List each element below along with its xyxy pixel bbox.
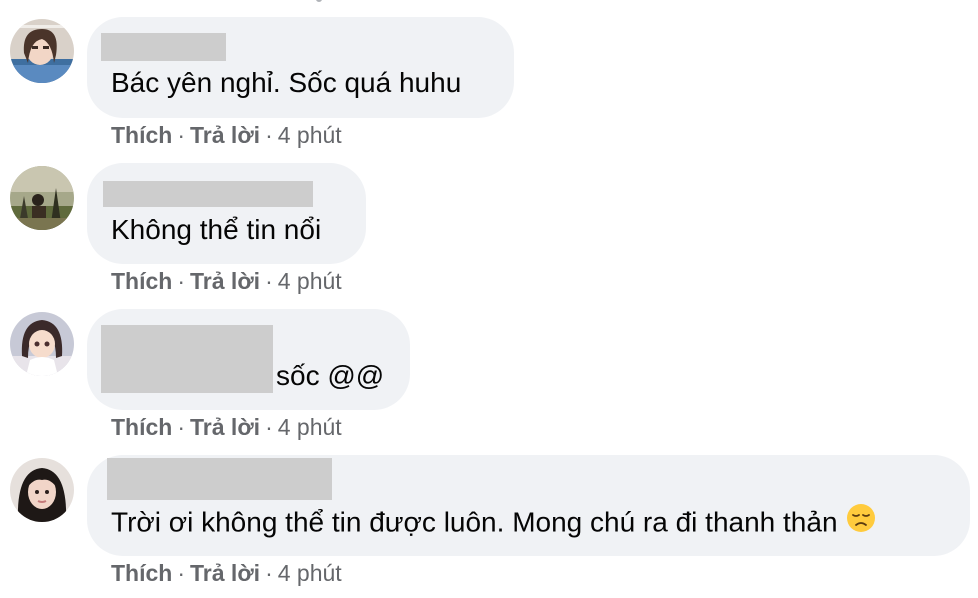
reply-button[interactable]: Trả lời [190, 122, 260, 148]
comment-body: Trời ơi không thể tin được luôn. Mong ch… [111, 503, 876, 543]
reply-button[interactable]: Trả lời [190, 414, 260, 440]
reply-button[interactable]: Trả lời [190, 560, 260, 586]
separator: · [177, 560, 186, 586]
separator: · [177, 414, 186, 440]
truncated-dot [316, 0, 322, 2]
comment-bubble: sốc @@ [87, 309, 410, 410]
comment-actions: Thích · Trả lời · 4 phút [111, 559, 342, 587]
redacted-author-name[interactable] [107, 458, 332, 500]
redacted-author-name[interactable] [101, 33, 226, 61]
avatar-girl-portrait-icon [10, 458, 74, 522]
comment-actions: Thích · Trả lời · 4 phút [111, 413, 342, 441]
avatar-anime-girl-icon [10, 312, 74, 376]
avatar-girl-photo-icon [10, 19, 74, 83]
comment-bubble: Bác yên nghỉ. Sốc quá huhu [87, 17, 514, 118]
comment-text: Bác yên nghỉ. Sốc quá huhu [111, 67, 462, 98]
redacted-author-name[interactable] [101, 325, 273, 393]
comment-timestamp[interactable]: 4 phút [278, 560, 342, 586]
disappointed-face-emoji-icon [846, 503, 876, 541]
separator: · [265, 122, 273, 148]
comment-actions: Thích · Trả lời · 4 phút [111, 121, 342, 149]
commenter-avatar[interactable] [10, 458, 74, 522]
commenter-avatar[interactable] [10, 19, 74, 83]
like-button[interactable]: Thích [111, 560, 172, 586]
redacted-author-name[interactable] [103, 181, 313, 207]
like-button[interactable]: Thích [111, 414, 172, 440]
comment-timestamp[interactable]: 4 phút [278, 122, 342, 148]
reply-button[interactable]: Trả lời [190, 268, 260, 294]
comment-timestamp[interactable]: 4 phút [278, 414, 342, 440]
avatar-outdoor-photo-icon [10, 166, 74, 230]
separator: · [177, 268, 186, 294]
like-button[interactable]: Thích [111, 268, 172, 294]
comment-text: Trời ơi không thể tin được luôn. Mong ch… [111, 506, 838, 538]
comment-text: Không thể tin nổi [111, 214, 322, 245]
separator: · [265, 268, 273, 294]
like-button[interactable]: Thích [111, 122, 172, 148]
separator: · [265, 414, 273, 440]
separator: · [265, 560, 273, 586]
comment-bubble: Không thể tin nổi [87, 163, 366, 264]
commenter-avatar[interactable] [10, 312, 74, 376]
comment-text: sốc @@ [276, 360, 385, 391]
commenter-avatar[interactable] [10, 166, 74, 230]
comment-actions: Thích · Trả lời · 4 phút [111, 267, 342, 295]
comment-timestamp[interactable]: 4 phút [278, 268, 342, 294]
comment-bubble: Trời ơi không thể tin được luôn. Mong ch… [87, 455, 970, 556]
separator: · [177, 122, 186, 148]
